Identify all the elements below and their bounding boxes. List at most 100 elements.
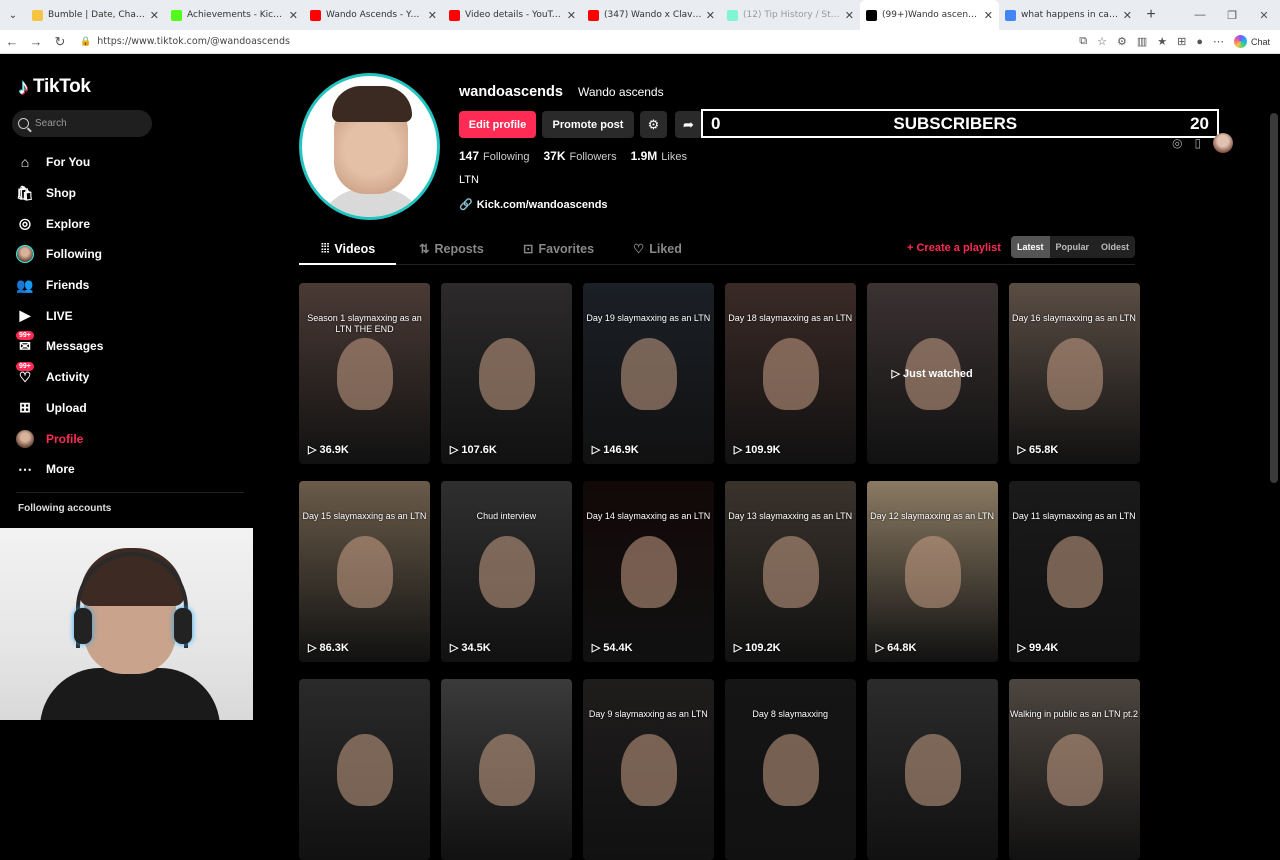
sort-option-popular[interactable]: Popular (1050, 236, 1096, 258)
promote-post-button[interactable]: Promote post (542, 111, 634, 138)
url-field[interactable]: 🔒 https://www.tiktok.com/@wandoascends (80, 36, 1079, 47)
sidebar: ♪ TikTok Search ⌂ For You 🛍 Shop ◎ Explore Fol… (0, 55, 260, 720)
open-in-app-icon[interactable]: ⧉ (1079, 35, 1087, 48)
sidebar-item-following[interactable]: Following (14, 239, 103, 270)
sidebar-item-label: Upload (46, 400, 87, 415)
video-card[interactable]: Day 8 slaymaxxing (724, 679, 856, 860)
video-card[interactable]: Day 9 slaymaxxing as an LTN (582, 679, 714, 860)
split-screen-icon[interactable]: ▥ (1137, 35, 1147, 48)
video-card[interactable]: ▷ 107.6K (440, 283, 572, 464)
scrollbar[interactable] (1270, 113, 1278, 483)
edit-profile-button[interactable]: Edit profile (459, 111, 536, 138)
forward-icon[interactable]: → (24, 34, 48, 49)
browser-tab[interactable]: Video details - YouTube Stu ✕ (443, 0, 582, 30)
tab-favicon-icon (32, 9, 43, 21)
search-icon (18, 118, 29, 129)
settings-gear-icon[interactable]: ⚙ (640, 111, 667, 138)
video-card[interactable] (866, 679, 998, 860)
sort-option-latest[interactable]: Latest (1011, 236, 1050, 258)
video-card[interactable] (299, 679, 430, 860)
following-stat[interactable]: 147 Following (459, 149, 530, 163)
tab-favorites[interactable]: ⊡ Favorites (523, 241, 594, 257)
video-card[interactable]: Season 1 slaymaxxing as an LTN THE END ▷ 3… (299, 283, 430, 464)
video-card[interactable]: Day 13 slaymaxxing as an LTN ▷ 109.2K (724, 481, 856, 662)
create-playlist-button[interactable]: + Create a playlist (907, 242, 1001, 254)
video-card[interactable]: Day 14 slaymaxxing as an LTN ▷ 54.4K (582, 481, 714, 662)
sidebar-item-friends[interactable]: 👥 Friends (14, 270, 103, 301)
tab-close-icon[interactable]: ✕ (289, 9, 298, 22)
extensions-icon[interactable]: ⚙ (1117, 35, 1127, 48)
tab-liked[interactable]: ♡ Liked (633, 241, 682, 257)
sidebar-item-activity[interactable]: ♡ 99+ Activity (14, 362, 103, 393)
tab-close-icon[interactable]: ✕ (150, 9, 159, 22)
tab-close-icon[interactable]: ✕ (845, 9, 854, 22)
account-avatar[interactable] (1213, 133, 1234, 153)
webcam-overlay (0, 528, 253, 720)
browser-tab[interactable]: Bumble | Date, Chat, Meet N ✕ (26, 0, 165, 30)
likes-label: Likes (661, 151, 687, 163)
avatar-hair (332, 86, 412, 122)
chat-button[interactable]: Chat (1233, 35, 1270, 48)
profile-avatar[interactable] (299, 73, 440, 220)
video-views: ▷ 65.8K (1018, 443, 1059, 457)
tab-actions-menu-icon[interactable]: ⌄ (0, 0, 26, 30)
favorites-icon[interactable]: ★ (1157, 35, 1167, 48)
tab-close-icon[interactable]: ✕ (428, 9, 437, 22)
sidebar-item-upload[interactable]: ⊞ Upload (14, 393, 103, 424)
video-card[interactable]: Day 11 slaymaxxing as an LTN ▷ 99.4K (1008, 481, 1140, 662)
sidebar-item-explore[interactable]: ◎ Explore (14, 208, 103, 239)
profile-link[interactable]: 🔗 Kick.com/wandoascends (459, 198, 608, 212)
video-card[interactable]: Day 19 slaymaxxing as an LTN ▷ 146.9K (582, 283, 714, 464)
sidebar-item-label: Explore (46, 216, 91, 231)
followers-stat[interactable]: 37K Followers (544, 149, 617, 163)
sidebar-item-shop[interactable]: 🛍 Shop (14, 178, 103, 209)
tab-reposts[interactable]: ⇅ Reposts (419, 241, 484, 257)
browser-tab[interactable]: Achievements - Kick Dashbo ✕ (165, 0, 304, 30)
grid-icon: ⦙⦙⦙ (321, 241, 330, 255)
chat-label: Chat (1250, 36, 1270, 47)
tab-close-icon[interactable]: ✕ (984, 9, 993, 22)
video-card[interactable]: ▷ Just watched (866, 283, 998, 464)
collections-icon[interactable]: ⊞ (1177, 35, 1186, 48)
share-icon[interactable]: ➦ (675, 111, 702, 138)
video-card[interactable]: Day 18 slaymaxxing as an LTN ▷ 109.9K (724, 283, 856, 464)
search-input[interactable]: Search (12, 110, 152, 137)
sidebar-item-profile[interactable]: Profile (14, 423, 103, 454)
sidebar-item-label: Activity (46, 370, 90, 385)
tab-close-icon[interactable]: ✕ (1123, 9, 1132, 22)
video-card[interactable]: Day 12 slaymaxxing as an LTN ▷ 64.8K (866, 481, 998, 662)
minimize-icon[interactable]: — (1184, 9, 1216, 21)
sidebar-item-label: Shop (46, 186, 76, 201)
browser-tab[interactable]: (99+)Wando ascends (@wa ✕ (860, 0, 999, 30)
browser-tab[interactable]: (347) Wando x Clavicular RE ✕ (582, 0, 721, 30)
tiktok-logo[interactable]: ♪ TikTok (18, 74, 91, 100)
new-tab-button[interactable]: + (1138, 6, 1164, 24)
restore-icon[interactable]: ❐ (1216, 9, 1248, 22)
browser-tab[interactable]: Wando Ascends - YouTube ✕ (304, 0, 443, 30)
sidebar-item-more[interactable]: ⋯ More (14, 454, 103, 485)
device-icon[interactable]: ▯ (1194, 136, 1201, 150)
settings-more-icon[interactable]: ⋯ (1213, 35, 1224, 48)
sidebar-item-live[interactable]: ▶ LIVE (14, 300, 103, 331)
refresh-icon[interactable]: ↻ (48, 34, 72, 50)
video-card[interactable]: Chud interview ▷ 34.5K (440, 481, 572, 662)
browser-tab[interactable]: what happens in cabo stays ✕ (999, 0, 1138, 30)
browser-profile-icon[interactable]: ● (1196, 36, 1203, 48)
back-icon[interactable]: ← (0, 34, 24, 49)
video-card[interactable]: Walking in public as an LTN pt.2 (1008, 679, 1140, 860)
favorite-star-icon[interactable]: ☆ (1097, 35, 1107, 48)
tab-videos[interactable]: ⦙⦙⦙ Videos (321, 241, 375, 256)
video-caption: Day 18 slaymaxxing as an LTN (728, 313, 853, 323)
video-card[interactable]: Day 15 slaymaxxing as an LTN ▷ 86.3K (299, 481, 430, 662)
video-card[interactable] (440, 679, 572, 860)
coins-icon[interactable]: ◎ (1172, 136, 1182, 150)
close-window-icon[interactable]: ✕ (1248, 9, 1280, 22)
tab-close-icon[interactable]: ✕ (706, 9, 715, 22)
video-card[interactable]: Day 16 slaymaxxing as an LTN ▷ 65.8K (1008, 283, 1140, 464)
sort-option-oldest[interactable]: Oldest (1095, 236, 1135, 258)
tab-title: Wando Ascends - YouTube (326, 10, 424, 20)
tab-close-icon[interactable]: ✕ (567, 9, 576, 22)
sidebar-item-for-you[interactable]: ⌂ For You (14, 147, 103, 178)
browser-tab[interactable]: (12) Tip History / Streamlabs ✕ (721, 0, 860, 30)
sidebar-item-messages[interactable]: ✉ 99+ Messages (14, 331, 103, 362)
